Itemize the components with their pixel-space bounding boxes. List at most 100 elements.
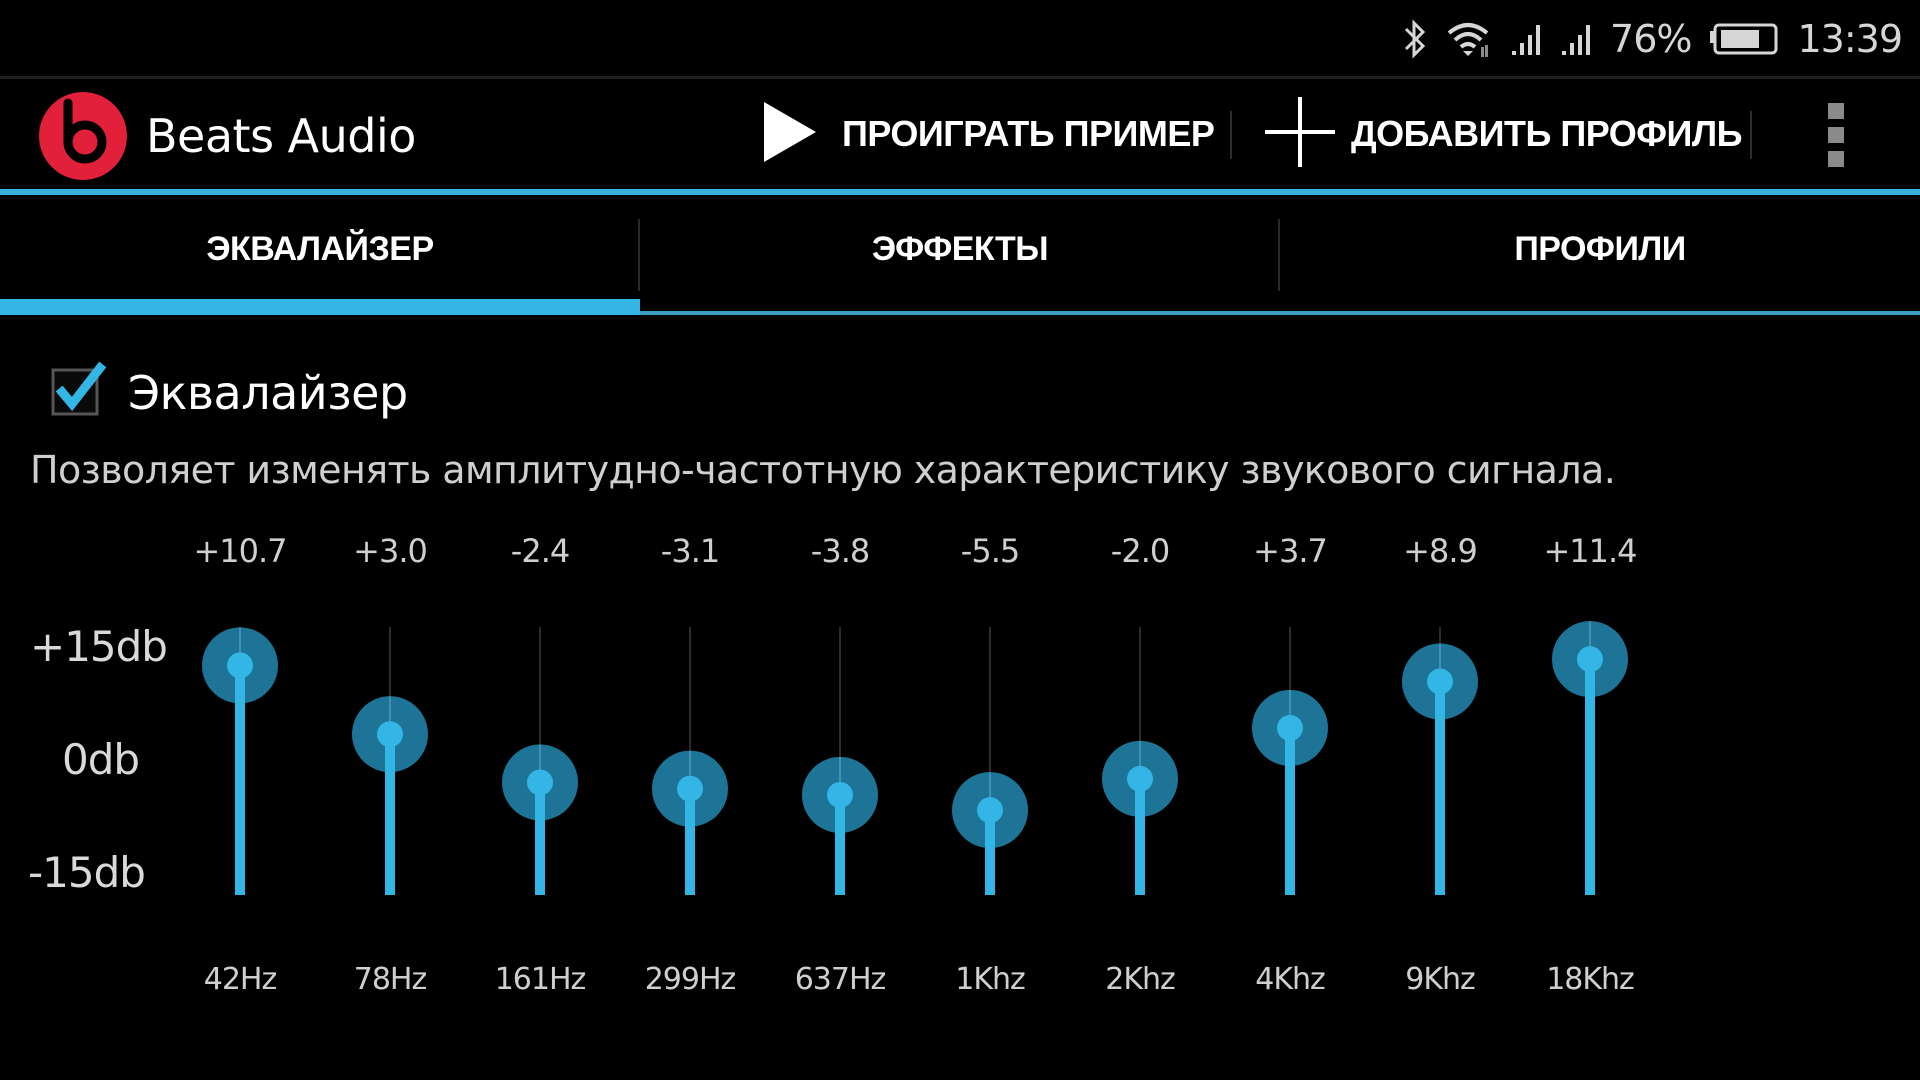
eq-slider-fill: [1285, 727, 1295, 768]
eq-frequency-label: 9Khz: [1405, 962, 1476, 997]
add-profile-button[interactable]: ДОБАВИТЬ ПРОФИЛЬ: [1265, 79, 1743, 189]
eq-slider-42Hz[interactable]: [202, 627, 278, 895]
battery-icon: [1709, 19, 1779, 59]
eq-slider-knob-halo[interactable]: [502, 744, 578, 821]
eq-slider-fill: [535, 782, 545, 895]
eq-slider-fill: [685, 788, 695, 895]
eq-frequency-label: 299Hz: [644, 962, 737, 997]
status-bar: 76% 13:39: [0, 0, 1920, 79]
action-bar: Beats Audio ПРОИГРАТЬ ПРИМЕР ДОБАВИТЬ ПР…: [0, 79, 1920, 189]
action-divider: [1230, 111, 1232, 159]
eq-slider-knob[interactable]: [1277, 714, 1303, 741]
eq-slider-knob[interactable]: [1127, 765, 1153, 792]
eq-frequency-label: 78Hz: [353, 962, 427, 997]
eq-slider-1Khz[interactable]: [952, 627, 1028, 895]
y-axis-label-bottom: -15db: [28, 848, 146, 897]
tab-label: ЭФФЕКТЫ: [871, 229, 1049, 268]
tab-effects[interactable]: ЭФФЕКТЫ: [640, 195, 1280, 315]
eq-slider-knob-halo[interactable]: [352, 696, 428, 773]
eq-frequency-label: 1Khz: [955, 962, 1026, 997]
eq-slider-9Khz[interactable]: [1402, 627, 1478, 895]
battery-percent: 76%: [1610, 17, 1692, 61]
tab-equalizer[interactable]: ЭКВАЛАЙЗЕР: [0, 195, 640, 315]
eq-value-label: -2.4: [510, 532, 570, 570]
eq-frequency-label: 637Hz: [794, 962, 887, 997]
eq-slider-fill: [385, 734, 395, 775]
eq-slider-knob[interactable]: [1577, 646, 1603, 673]
eq-slider-fill: [985, 810, 995, 895]
plus-icon: [1265, 96, 1335, 172]
eq-slider-2Khz[interactable]: [1102, 627, 1178, 895]
eq-frequency-label: 2Khz: [1105, 962, 1176, 997]
tab-indicator: [1280, 311, 1920, 315]
eq-slider-knob[interactable]: [977, 797, 1003, 824]
action-divider: [1750, 111, 1752, 159]
eq-slider-fill: [235, 665, 245, 706]
eq-slider-637Hz[interactable]: [802, 627, 878, 895]
eq-slider-78Hz[interactable]: [352, 627, 428, 895]
eq-slider-knob[interactable]: [377, 721, 403, 748]
eq-slider-fill: [385, 734, 395, 895]
eq-slider-knob-halo[interactable]: [652, 750, 728, 827]
eq-value-label: -3.1: [660, 532, 720, 570]
eq-slider-fill: [835, 794, 845, 835]
eq-slider-4Khz[interactable]: [1252, 627, 1328, 895]
eq-slider-knob-halo[interactable]: [802, 756, 878, 833]
play-sample-label: ПРОИГРАТЬ ПРИМЕР: [842, 113, 1215, 154]
eq-slider-knob[interactable]: [227, 652, 253, 679]
eq-slider-knob-halo[interactable]: [1552, 621, 1628, 698]
tab-indicator: [0, 299, 640, 315]
signal-icon-sim1: [1510, 19, 1542, 59]
eq-slider-knob-halo[interactable]: [1402, 643, 1478, 720]
equalizer-description: Позволяет изменять амплитудно-частотную …: [30, 448, 1616, 492]
tab-indicator: [640, 311, 1280, 315]
eq-slider-fill: [1435, 681, 1445, 895]
eq-slider-161Hz[interactable]: [502, 627, 578, 895]
eq-value-label: +10.7: [193, 532, 287, 570]
equalizer-checkbox-label: Эквалайзер: [128, 366, 408, 420]
eq-value-label: -3.8: [810, 532, 870, 570]
eq-value-label: -5.5: [960, 532, 1020, 570]
tab-bar: ЭКВАЛАЙЗЕР ЭФФЕКТЫ ПРОФИЛИ: [0, 195, 1920, 315]
eq-slider-fill: [1585, 659, 1595, 895]
eq-value-label: +11.4: [1543, 532, 1637, 570]
play-sample-button[interactable]: ПРОИГРАТЬ ПРИМЕР: [762, 79, 1215, 189]
eq-frequency-label: 18Khz: [1546, 962, 1635, 997]
tab-label: ЭКВАЛАЙЗЕР: [206, 229, 434, 268]
eq-slider-fill: [685, 788, 695, 829]
eq-slider-18Khz[interactable]: [1552, 621, 1628, 895]
y-axis-label-top: +15db: [30, 622, 168, 671]
eq-value-label: -2.0: [1110, 532, 1170, 570]
eq-slider-knob-halo[interactable]: [202, 627, 278, 704]
eq-slider-fill: [535, 782, 545, 823]
tab-profiles[interactable]: ПРОФИЛИ: [1280, 195, 1920, 315]
eq-slider-knob-halo[interactable]: [1252, 689, 1328, 766]
clock: 13:39: [1797, 17, 1903, 61]
y-axis-label-middle: 0db: [62, 735, 140, 784]
eq-slider-knob[interactable]: [677, 775, 703, 802]
eq-slider-fill: [1285, 727, 1295, 895]
eq-slider-knob-halo[interactable]: [952, 772, 1028, 849]
eq-slider-fill: [235, 665, 245, 895]
eq-slider-fill: [835, 794, 845, 895]
eq-slider-knob-halo[interactable]: [1102, 740, 1178, 817]
overflow-menu-icon[interactable]: [1820, 103, 1852, 167]
eq-slider-fill: [1135, 778, 1145, 819]
eq-frequency-label: 42Hz: [203, 962, 277, 997]
beats-logo-icon[interactable]: [38, 91, 128, 181]
bluetooth-icon: [1402, 19, 1428, 59]
status-icons: 76% 13:39: [1402, 14, 1903, 64]
eq-slider-fill: [985, 810, 995, 851]
add-profile-label: ДОБАВИТЬ ПРОФИЛЬ: [1351, 113, 1743, 154]
eq-slider-fill: [1585, 659, 1595, 700]
eq-slider-fill: [1135, 778, 1145, 895]
equalizer-checkbox[interactable]: [51, 361, 107, 416]
eq-slider-299Hz[interactable]: [652, 627, 728, 895]
eq-slider-knob[interactable]: [827, 781, 853, 808]
eq-slider-fill: [1435, 681, 1445, 722]
eq-slider-knob[interactable]: [527, 769, 553, 796]
tab-label: ПРОФИЛИ: [1514, 229, 1686, 268]
wifi-icon: [1446, 19, 1492, 59]
eq-frequency-label: 4Khz: [1255, 962, 1326, 997]
eq-slider-knob[interactable]: [1427, 668, 1453, 695]
